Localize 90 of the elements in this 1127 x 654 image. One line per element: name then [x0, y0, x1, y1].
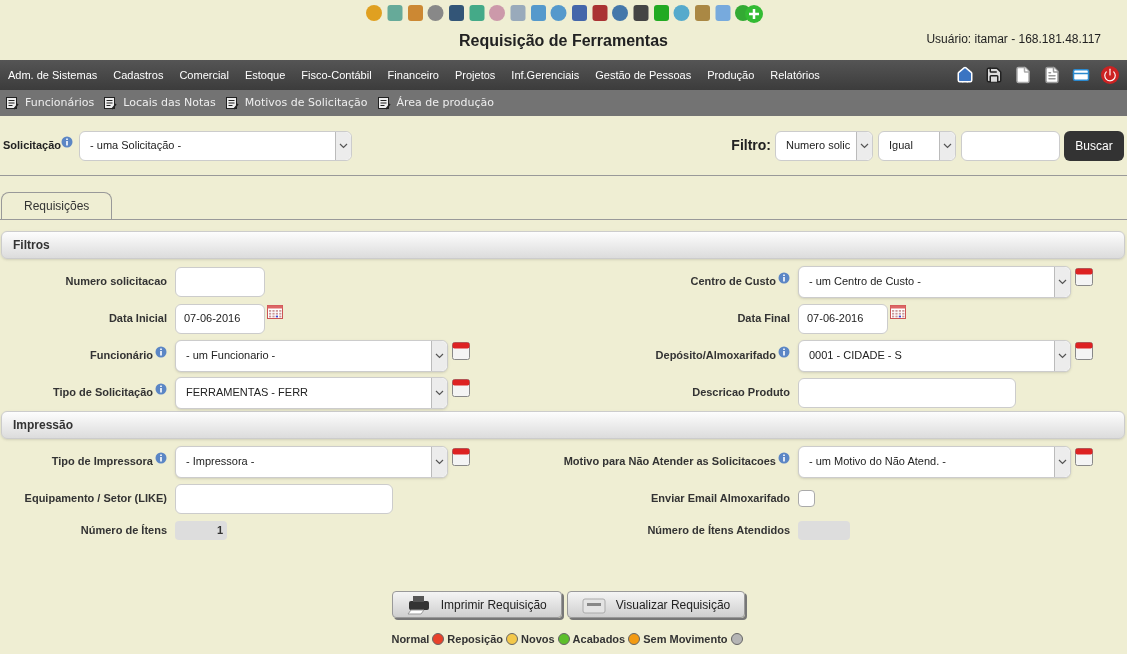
submenu-item[interactable]: Área de produção — [377, 94, 495, 112]
chevron-down-icon — [860, 142, 869, 149]
user-info: Usuário: itamar - 168.181.48.117 — [926, 31, 1101, 48]
field-label: Data Inicial — [108, 311, 167, 327]
field-label: Tipo de Impressora — [51, 454, 153, 470]
legend-label: Sem Movimento — [643, 632, 728, 647]
tab[interactable]: Requisições — [1, 192, 113, 219]
submenu-item[interactable]: Motivos de Solicitação — [225, 94, 368, 112]
select-field[interactable]: FERRAMENTAS - FERR — [175, 376, 448, 409]
submenu-item[interactable]: Funcionários — [6, 94, 95, 112]
date-field[interactable]: 07-06-2016 — [175, 303, 265, 334]
search-button[interactable]: Buscar — [1064, 130, 1124, 161]
print-button[interactable]: Imprimir Requisição — [391, 591, 562, 618]
text-field[interactable] — [175, 266, 265, 297]
edit-list-icon — [104, 96, 118, 110]
document-icon[interactable] — [1014, 66, 1032, 84]
select-field[interactable]: - um Motivo do Não Atend. - — [798, 445, 1071, 478]
field-label: Número de Ítens Atendidos — [647, 523, 790, 539]
field-label: Depósito/Almoxarifado — [655, 348, 776, 364]
chevron-down-icon — [943, 142, 952, 149]
menu-item[interactable]: Relatórios — [770, 66, 820, 84]
chevron-down-icon — [435, 352, 444, 359]
calendar-icon[interactable] — [267, 303, 283, 319]
select-field[interactable]: Numero solic — [775, 130, 873, 161]
power-icon[interactable] — [1101, 66, 1119, 84]
chevron-down-icon — [1058, 278, 1067, 285]
toolbar-icons-drawing[interactable] — [363, 2, 764, 24]
select-field[interactable]: 0001 - CIDADE - S — [798, 339, 1071, 372]
legend-label: Normal — [391, 632, 430, 647]
edit-list-icon — [6, 96, 19, 110]
menu-item[interactable]: Estoque — [244, 66, 286, 84]
menu-item[interactable]: Comercial — [179, 66, 229, 84]
field-label: Motivo para Não Atender as Solicitacoes — [563, 454, 776, 470]
section-header: Filtros — [1, 231, 1125, 259]
field-label: Enviar Email Almoxarifado — [651, 491, 790, 507]
legend-label: Reposição — [447, 632, 503, 647]
legend-label: Novos — [521, 632, 555, 647]
field-label: Numero solicitacao — [65, 274, 167, 290]
date-field[interactable]: 07-06-2016 — [798, 303, 888, 334]
edit-list-icon — [377, 96, 391, 110]
select-field[interactable]: - Impressora - — [175, 445, 448, 478]
edit-list-icon — [225, 96, 239, 110]
save-icon[interactable] — [985, 66, 1003, 84]
menu-item[interactable]: Produção — [707, 66, 755, 84]
menu-item[interactable]: Fisco-Contábil — [301, 66, 372, 84]
field-label: Tipo de Solicitação — [52, 385, 153, 401]
checkbox[interactable] — [798, 490, 815, 507]
menu-item[interactable]: Inf.Gerenciais — [511, 66, 580, 84]
cards-icon[interactable] — [1072, 66, 1090, 84]
menu-item[interactable]: Gestão de Pessoas — [595, 66, 692, 84]
section-header: Impressão — [1, 411, 1125, 439]
field-label: Funcionário — [90, 348, 153, 364]
select-field[interactable]: Igual — [878, 130, 956, 161]
select-field[interactable]: - um Centro de Custo - — [798, 265, 1071, 298]
calendar-page-icon[interactable] — [452, 447, 470, 466]
calendar-icon[interactable] — [890, 303, 906, 319]
page-title: Requisição de Ferramentas — [459, 31, 668, 51]
calendar-page-icon[interactable] — [452, 341, 470, 360]
calendar-page-icon[interactable] — [1075, 267, 1093, 286]
preview-button[interactable]: Visualizar Requisição — [566, 591, 746, 618]
field-label: Centro de Custo — [690, 274, 776, 290]
select-field[interactable]: - uma Solicitação - — [79, 130, 353, 161]
count-field: 1 — [175, 521, 227, 540]
menu-item[interactable]: Adm. de Sistemas — [8, 66, 98, 84]
text-field[interactable] — [175, 483, 393, 514]
chevron-down-icon — [1058, 352, 1067, 359]
search-field[interactable] — [961, 130, 1060, 161]
field-label: Descricao Produto — [692, 385, 790, 401]
chevron-down-icon — [339, 142, 349, 149]
field-label: Equipamento / Setor (LIKE) — [24, 491, 167, 507]
menu-item[interactable]: Financeiro — [387, 66, 439, 84]
legend-label: Acabados — [572, 632, 626, 647]
menu-item[interactable]: Cadastros — [113, 66, 164, 84]
menu-item[interactable]: Projetos — [454, 66, 496, 84]
calendar-page-icon[interactable] — [1075, 341, 1093, 360]
calendar-page-icon[interactable] — [1075, 447, 1093, 466]
select-field[interactable]: - um Funcionario - — [175, 339, 448, 372]
submenu-item[interactable]: Locais das Notas — [104, 94, 216, 112]
field-label: Data Final — [737, 311, 790, 327]
filter-label: Filtro: — [731, 136, 771, 155]
text-field[interactable] — [798, 377, 1016, 408]
chevron-down-icon — [435, 458, 444, 465]
chevron-down-icon — [435, 389, 444, 396]
calendar-page-icon[interactable] — [452, 378, 470, 397]
page-icon[interactable] — [1043, 66, 1061, 84]
info-icon — [61, 135, 74, 148]
field-label: Número de Ítens — [80, 523, 167, 539]
home-icon[interactable] — [956, 66, 974, 84]
field-label: Solicitação — [3, 138, 62, 154]
chevron-down-icon — [1058, 458, 1067, 465]
